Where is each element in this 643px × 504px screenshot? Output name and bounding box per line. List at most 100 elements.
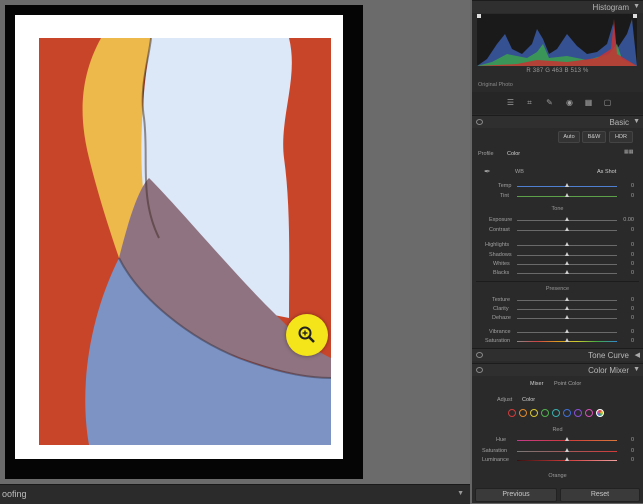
shadows-slider-thumb[interactable]: [565, 252, 569, 256]
collapse-triangle-icon[interactable]: ▼: [633, 366, 640, 373]
dehaze-value[interactable]: 0: [631, 315, 634, 321]
channel-label-red: Red: [552, 427, 563, 433]
tint-value[interactable]: 0: [631, 193, 634, 199]
whites-label: Whites: [493, 261, 510, 267]
highlights-slider-thumb[interactable]: [565, 242, 569, 246]
basic-title: Basic: [609, 118, 629, 127]
soft-proofing-label[interactable]: oofing: [2, 489, 27, 499]
histogram[interactable]: [477, 14, 637, 66]
clarity-label: Clarity: [493, 306, 509, 312]
swatch-purple[interactable]: [574, 409, 582, 417]
dehaze-label: Dehaze: [492, 315, 511, 321]
tint-slider-thumb[interactable]: [565, 193, 569, 197]
hdr-button[interactable]: HDR: [609, 131, 633, 143]
texture-slider-thumb[interactable]: [565, 297, 569, 301]
blacks-value[interactable]: 0: [631, 270, 634, 276]
swatch-magenta[interactable]: [585, 409, 593, 417]
mask-icon[interactable]: ▦: [584, 98, 593, 107]
swatch-blue[interactable]: [563, 409, 571, 417]
tone-curve-header[interactable]: Tone Curve ◀: [472, 348, 643, 361]
photo-image[interactable]: [39, 38, 331, 445]
adjust-label: Adjust: [497, 397, 513, 403]
highlights-label: Highlights: [485, 242, 510, 248]
exposure-value[interactable]: 0.00: [623, 217, 634, 223]
contrast-label: Contrast: [489, 227, 510, 233]
original-photo-checkbox[interactable]: Original Photo: [478, 82, 513, 88]
basic-header[interactable]: Basic ▼: [472, 115, 643, 128]
swatch-all[interactable]: [596, 409, 604, 417]
mixer-saturation-slider-thumb[interactable]: [565, 448, 569, 452]
color-mixer-header[interactable]: Color Mixer ▼: [472, 363, 643, 376]
sliders-icon[interactable]: ☰: [506, 98, 515, 107]
swatch-aqua[interactable]: [552, 409, 560, 417]
bw-button[interactable]: B&W: [582, 131, 606, 143]
visibility-icon[interactable]: [476, 367, 483, 373]
hue-label: Hue: [496, 437, 507, 443]
redeye-icon[interactable]: ◉: [565, 98, 574, 107]
hue-value[interactable]: 0: [631, 437, 634, 443]
clarity-slider-thumb[interactable]: [565, 306, 569, 310]
zoom-in-magnifier-icon: [298, 326, 315, 343]
vibrance-value[interactable]: 0: [631, 329, 634, 335]
tab-point-color[interactable]: Point Color: [554, 381, 581, 387]
visibility-icon[interactable]: [476, 119, 483, 125]
presence-section-label: Presence: [545, 286, 570, 292]
contrast-slider-thumb[interactable]: [565, 227, 569, 231]
develop-panel: Histogram ▼ R 387 G 463 B 513 % Original…: [472, 0, 643, 503]
profile-browser-icon[interactable]: ▦▦: [624, 149, 633, 155]
wb-label: WB: [515, 169, 524, 175]
tint-label: Tint: [500, 193, 509, 199]
wb-select[interactable]: As Shot: [597, 169, 616, 175]
dehaze-slider-thumb[interactable]: [565, 315, 569, 319]
collapse-triangle-icon[interactable]: ▼: [633, 3, 640, 10]
dropdown-triangle-icon[interactable]: ▼: [457, 490, 464, 497]
collapse-triangle-icon[interactable]: ▼: [633, 118, 640, 125]
luminance-value[interactable]: 0: [631, 457, 634, 463]
mixer-saturation-label: Saturation: [482, 448, 508, 454]
temp-value[interactable]: 0: [631, 183, 634, 189]
swatch-red[interactable]: [508, 409, 516, 417]
shadows-label: Shadows: [489, 252, 512, 258]
profile-select[interactable]: Color: [507, 151, 520, 157]
luminance-label: Luminance: [482, 457, 509, 463]
hue-slider-thumb[interactable]: [565, 437, 569, 441]
highlights-value[interactable]: 0: [631, 242, 634, 248]
exposure-slider-thumb[interactable]: [565, 217, 569, 221]
blacks-slider-thumb[interactable]: [565, 270, 569, 274]
vibrance-slider-thumb[interactable]: [565, 329, 569, 333]
texture-value[interactable]: 0: [631, 297, 634, 303]
channel-label-orange: Orange: [548, 473, 567, 479]
crop-icon[interactable]: ⌗: [525, 98, 534, 107]
tab-mixer[interactable]: Mixer: [530, 381, 543, 387]
tone-section-label: Tone: [551, 206, 564, 212]
reset-button[interactable]: Reset: [560, 488, 640, 502]
saturation-value[interactable]: 0: [631, 338, 634, 344]
contrast-value[interactable]: 0: [631, 227, 634, 233]
swatch-yellow[interactable]: [530, 409, 538, 417]
profile-label: Profile: [478, 151, 494, 157]
visibility-icon[interactable]: [476, 352, 483, 358]
section-divider: [476, 281, 639, 282]
auto-button[interactable]: Auto: [558, 131, 580, 143]
temp-slider-thumb[interactable]: [565, 183, 569, 187]
expand-triangle-icon[interactable]: ◀: [635, 351, 640, 359]
heal-icon[interactable]: ✎: [545, 98, 554, 107]
clarity-value[interactable]: 0: [631, 306, 634, 312]
swatch-orange[interactable]: [519, 409, 527, 417]
mixer-saturation-value[interactable]: 0: [631, 448, 634, 454]
shadows-value[interactable]: 0: [631, 252, 634, 258]
saturation-slider-thumb[interactable]: [565, 338, 569, 342]
texture-label: Texture: [492, 297, 511, 303]
histogram-title: Histogram: [592, 3, 629, 12]
adjust-select[interactable]: Color: [522, 397, 535, 403]
luminance-slider-thumb[interactable]: [565, 457, 569, 461]
photo-canvas[interactable]: [0, 0, 470, 484]
swatch-green[interactable]: [541, 409, 549, 417]
histogram-header[interactable]: Histogram ▼: [472, 0, 643, 13]
whites-value[interactable]: 0: [631, 261, 634, 267]
wb-eyedropper-icon[interactable]: ✒: [484, 167, 491, 176]
zoom-cursor: [286, 314, 328, 356]
whites-slider-thumb[interactable]: [565, 261, 569, 265]
previous-button[interactable]: Previous: [475, 488, 557, 502]
preset-icon[interactable]: ▢: [603, 98, 612, 107]
